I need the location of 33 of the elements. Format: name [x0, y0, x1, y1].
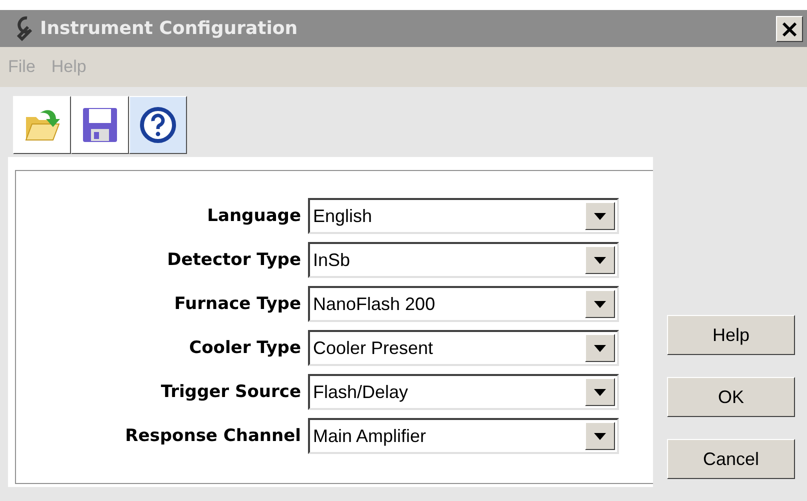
dropdown-button[interactable] — [585, 246, 615, 274]
caret-icon — [594, 256, 606, 264]
dialog-button[interactable]: OK — [667, 377, 795, 417]
field-label: Language — [206, 206, 301, 226]
dropdown-field[interactable]: Main Amplifier — [308, 418, 619, 454]
close-button[interactable]: × — [776, 16, 803, 42]
toolbar-button[interactable] — [71, 96, 129, 154]
dropdown-button[interactable] — [585, 202, 615, 230]
toolbar-button[interactable] — [13, 96, 71, 154]
dropdown-button[interactable] — [585, 378, 615, 406]
dialog-button[interactable]: Cancel — [667, 439, 795, 479]
caret-icon — [594, 212, 606, 220]
caret-icon — [594, 388, 606, 396]
field-label: Trigger Source — [160, 382, 301, 402]
dropdown-field[interactable]: English — [308, 198, 619, 234]
dropdown-button[interactable] — [585, 290, 615, 318]
dropdown-field[interactable]: Flash/Delay — [308, 374, 619, 410]
dropdown-field[interactable]: InSb — [308, 242, 619, 278]
field-label: Response Channel — [124, 426, 301, 446]
field-label: Furnace Type — [173, 294, 301, 314]
dropdown-field[interactable]: NanoFlash 200 — [308, 286, 619, 322]
dropdown-button[interactable] — [585, 422, 615, 450]
caret-icon — [594, 432, 606, 440]
caret-icon — [594, 300, 606, 308]
dialog-button[interactable]: Help — [667, 315, 795, 355]
caret-icon — [594, 344, 606, 352]
field-label: Detector Type — [166, 250, 301, 270]
dropdown-field[interactable]: Cooler Present — [308, 330, 619, 366]
field-label: Cooler Type — [188, 338, 301, 358]
toolbar-button[interactable] — [129, 96, 187, 154]
dropdown-button[interactable] — [585, 334, 615, 362]
window-title: Instrument Configuration — [40, 18, 299, 39]
help-icon — [138, 105, 178, 145]
